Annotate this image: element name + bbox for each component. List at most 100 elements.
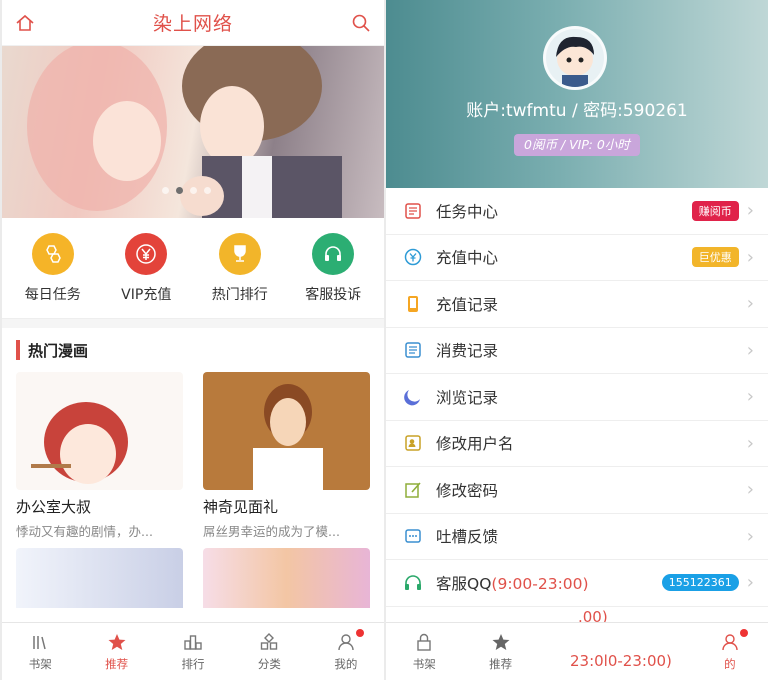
menu-label-text: 客服QQ xyxy=(436,574,492,593)
carousel-dot[interactable] xyxy=(204,187,211,194)
profile-screen: 账户:twfmtu / 密码:590261 0阅币 / VIP: 0小时 任务中… xyxy=(386,0,768,680)
search-icon[interactable] xyxy=(350,12,372,34)
balance-pill: 0阅币 / VIP: 0小时 xyxy=(514,134,640,156)
chevron-right-icon: › xyxy=(746,572,754,594)
quick-label: VIP充值 xyxy=(121,286,172,303)
history-icon xyxy=(402,386,424,408)
tab-bookshelf[interactable]: 书架 xyxy=(2,623,78,680)
carousel-dot[interactable] xyxy=(190,187,197,194)
tab-label: 推荐 xyxy=(489,657,513,671)
quick-actions: 每日任务 VIP充值 热门排行 客服投诉 xyxy=(2,218,384,318)
earn-coins-badge: 赚阅币 xyxy=(691,200,739,221)
comic-card[interactable] xyxy=(203,548,370,608)
discount-badge: 巨优惠 xyxy=(691,247,739,268)
menu-label: 客服QQ(9:00-23:00) xyxy=(436,572,662,594)
yen-icon xyxy=(125,232,168,275)
tab-recommend[interactable]: 推荐 xyxy=(78,623,154,680)
qq-number-badge: 155122361 xyxy=(661,574,739,592)
recharge-icon xyxy=(402,246,424,268)
quick-support-complaint[interactable]: 客服投诉 xyxy=(290,232,376,304)
quick-vip-recharge[interactable]: VIP充值 xyxy=(103,232,189,304)
tab-label: 推荐 xyxy=(105,657,129,671)
profile-header: 账户:twfmtu / 密码:590261 0阅币 / VIP: 0小时 xyxy=(386,0,768,188)
section-title-bar xyxy=(16,340,20,360)
notification-dot xyxy=(356,629,365,637)
quick-label: 客服投诉 xyxy=(305,286,362,303)
chevron-right-icon: › xyxy=(746,479,754,501)
avatar[interactable] xyxy=(543,26,607,90)
tab-mine[interactable]: 我的 xyxy=(308,623,384,680)
task-icon xyxy=(402,200,424,222)
menu-change-password[interactable]: 修改密码 › xyxy=(386,467,768,514)
profile-menu: 任务中心 赚阅币 › 充值中心 巨优惠 › 充值记录 › 消费记录 › 浏览记录… xyxy=(386,188,768,607)
overlay-text: 23:0l0-23:00) xyxy=(570,652,672,670)
star-icon xyxy=(490,631,512,653)
menu-label: 吐槽反馈 xyxy=(436,528,499,547)
chevron-right-icon: › xyxy=(746,525,754,547)
tab-ranking[interactable]: 排行 xyxy=(155,623,231,680)
tab-label: 我的 xyxy=(334,657,358,671)
comic-grid: 办公室大叔 悸动又有趣的剧情，办... 神奇见面礼 屌丝男幸运的成为了模... xyxy=(2,372,384,616)
trophy-icon xyxy=(218,232,261,275)
lock-icon xyxy=(413,631,435,653)
comic-card[interactable]: 办公室大叔 悸动又有趣的剧情，办... xyxy=(16,372,183,540)
comic-cover xyxy=(203,372,370,490)
phone-record-icon xyxy=(402,293,424,315)
comic-card[interactable] xyxy=(16,548,183,608)
section-divider xyxy=(2,318,384,328)
comic-card[interactable]: 神奇见面礼 屌丝男幸运的成为了模... xyxy=(203,372,370,540)
star-icon xyxy=(106,631,128,653)
quick-daily-task[interactable]: 每日任务 xyxy=(10,232,96,304)
menu-edit-username[interactable]: 修改用户名 › xyxy=(386,421,768,467)
menu-task-center[interactable]: 任务中心 赚阅币 › xyxy=(386,188,768,235)
banner-carousel[interactable] xyxy=(2,46,384,218)
tab-mine[interactable]: 的 xyxy=(692,623,768,680)
menu-spending-records[interactable]: 消费记录 › xyxy=(386,328,768,374)
headset-icon xyxy=(402,572,424,594)
section-title: 热门漫画 xyxy=(2,328,384,372)
bookshelf-icon xyxy=(29,631,51,653)
menu-recharge-center[interactable]: 充值中心 巨优惠 › xyxy=(386,235,768,281)
comic-cover xyxy=(203,548,370,608)
section-title-text: 热门漫画 xyxy=(28,341,89,360)
menu-browse-history[interactable]: 浏览记录 › xyxy=(386,374,768,421)
home-icon[interactable] xyxy=(14,12,36,34)
tab-label: 书架 xyxy=(28,657,52,671)
tab-label: 排行 xyxy=(181,657,205,671)
comic-desc: 悸动又有趣的剧情，办... xyxy=(16,524,153,539)
user-icon xyxy=(719,631,741,653)
tab-label: 书架 xyxy=(412,657,436,671)
menu-label: 修改密码 xyxy=(436,481,499,500)
menu-label: 修改用户名 xyxy=(436,435,514,454)
home-screen: 染上网络 每日任务 VIP充值 热门排行 客服投诉 热门漫画 办公室大叔 悸动又… xyxy=(2,0,384,680)
quick-hot-ranking[interactable]: 热门排行 xyxy=(197,232,283,304)
chevron-right-icon: › xyxy=(746,200,754,222)
menu-support-qq[interactable]: 客服QQ(9:00-23:00) 155122361 › xyxy=(386,560,768,607)
chevron-right-icon: › xyxy=(746,293,754,315)
tab-bookshelf[interactable]: 书架 xyxy=(386,623,462,680)
menu-label: 浏览记录 xyxy=(436,388,499,407)
carousel-dot[interactable] xyxy=(162,187,169,194)
menu-recharge-records[interactable]: 充值记录 › xyxy=(386,281,768,328)
tab-recommend[interactable]: 推荐 xyxy=(462,623,538,680)
bottom-tab-bar: 书架 推荐 排行 分类 我的 xyxy=(2,622,384,680)
comic-title: 办公室大叔 xyxy=(16,498,92,516)
support-hours: (9:00-23:00) xyxy=(491,574,589,593)
menu-label: 任务中心 xyxy=(436,202,499,221)
chevron-right-icon: › xyxy=(746,246,754,268)
notification-dot xyxy=(740,629,749,637)
chevron-right-icon: › xyxy=(746,432,754,454)
account-credentials: 账户:twfmtu / 密码:590261 xyxy=(466,101,688,121)
tab-label: 的 xyxy=(724,657,736,671)
headset-icon xyxy=(312,232,355,275)
comic-title: 神奇见面礼 xyxy=(203,498,279,516)
menu-label: 充值中心 xyxy=(436,249,499,268)
comic-desc: 屌丝男幸运的成为了模... xyxy=(203,524,340,539)
tab-category[interactable]: 分类 xyxy=(231,623,307,680)
top-bar: 染上网络 xyxy=(2,0,384,46)
menu-feedback[interactable]: 吐槽反馈 › xyxy=(386,514,768,560)
feedback-icon xyxy=(402,525,424,547)
carousel-dot[interactable] xyxy=(176,187,183,194)
user-icon xyxy=(335,631,357,653)
pencil-icon xyxy=(402,479,424,501)
